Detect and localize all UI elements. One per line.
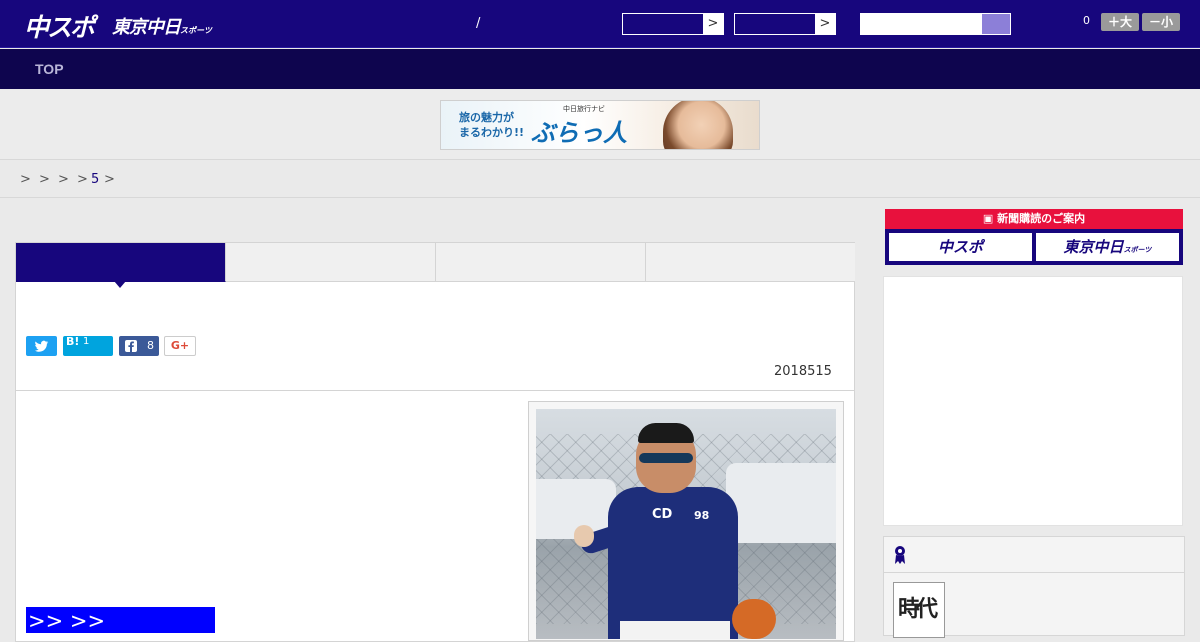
banner-copy: 旅の魅力が まるわかり!!: [459, 110, 524, 140]
tab-4[interactable]: [646, 243, 855, 282]
ranking-ribbon-icon: [895, 546, 905, 564]
article-date: 2018515: [774, 364, 832, 379]
category-select-2[interactable]: >: [734, 13, 836, 35]
banner-brand-name: ぶらっ人: [531, 119, 627, 147]
ad-row: 旅の魅力が まるわかり!! 中日旅行ナビ ぶらっ人: [0, 90, 1200, 160]
banner-model-image: [663, 101, 733, 149]
article-divider: [16, 390, 854, 391]
article-panel: B! 1 8 G+ 2018515 CD 98 >> >>: [15, 242, 855, 642]
breadcrumb-current[interactable]: 5: [91, 172, 99, 187]
photo-ball: [574, 525, 594, 547]
chuspo-subscribe-button[interactable]: 中スポ: [889, 233, 1032, 261]
facebook-icon: [125, 340, 137, 352]
breadcrumb-separator: >: [58, 172, 69, 187]
breadcrumb-separator: >: [77, 172, 88, 187]
ranking-header: [884, 537, 1184, 573]
photo-jersey-number: 98: [694, 509, 710, 522]
hatena-count: 1: [83, 336, 90, 347]
tokyo-chunichi-logo-small: スポーツ: [180, 26, 212, 35]
twitter-share-button[interactable]: [26, 336, 57, 356]
photo-player-body: [608, 487, 738, 639]
tab-2[interactable]: [226, 243, 436, 282]
subscription-title-text: 新聞購読のご案内: [997, 212, 1086, 225]
newspaper-icon: ▣: [982, 212, 998, 225]
tokyo-chunichi-subscribe-small: スポーツ: [1123, 246, 1152, 254]
tab-1[interactable]: [16, 243, 226, 288]
hatena-icon: B!: [66, 335, 80, 348]
article-photo-frame: CD 98: [528, 401, 844, 641]
facebook-share-button[interactable]: 8: [119, 336, 159, 356]
site-header: 中スポ 東京中日スポーツ / > > 0 ＋大 －小: [0, 0, 1200, 48]
subscription-title: ▣ 新聞購読のご案内: [885, 209, 1183, 229]
photo-player-pants: [620, 621, 730, 639]
tab-3[interactable]: [436, 243, 646, 282]
photo-cap-logo: CD: [652, 507, 673, 522]
header-slash: /: [476, 16, 481, 31]
facebook-count: 8: [147, 339, 154, 352]
chevron-right-icon: >: [815, 14, 835, 34]
tokyo-chunichi-logo-text: 東京中日: [112, 17, 181, 38]
google-plus-button[interactable]: G+: [164, 336, 196, 356]
banner-copy-line1: 旅の魅力が: [459, 111, 514, 124]
breadcrumb: > > > > 5 >: [0, 161, 1200, 198]
breadcrumb-separator: >: [39, 172, 50, 187]
search-input[interactable]: [860, 13, 1011, 35]
font-larger-button[interactable]: ＋大: [1101, 13, 1139, 31]
ranking-box: 時代: [883, 536, 1185, 638]
twitter-icon: [35, 340, 49, 352]
sidebar-ad-slot[interactable]: [883, 276, 1183, 526]
banner-copy-line2: まるわかり!!: [459, 126, 525, 139]
search-button[interactable]: [982, 14, 1010, 34]
travel-ad-banner[interactable]: 旅の魅力が まるわかり!! 中日旅行ナビ ぶらっ人: [440, 100, 760, 150]
tokyo-chunichi-logo[interactable]: 東京中日スポーツ: [112, 13, 212, 39]
photo-player-hair: [638, 423, 694, 443]
photo-car: [726, 463, 836, 543]
breadcrumb-separator: >: [20, 172, 31, 187]
chuspo-logo[interactable]: 中スポ: [24, 8, 95, 44]
tokyo-chunichi-subscribe-button[interactable]: 東京中日スポーツ: [1036, 233, 1179, 261]
article-photo[interactable]: CD 98: [536, 409, 836, 639]
category-select-1[interactable]: >: [622, 13, 724, 35]
google-plus-icon: G+: [170, 339, 190, 352]
chevron-right-icon: >: [703, 14, 723, 34]
photo-player-sunglasses: [639, 453, 693, 463]
main-nav: TOP: [0, 49, 1200, 89]
font-smaller-button[interactable]: －小: [1142, 13, 1180, 31]
nav-top-link[interactable]: TOP: [35, 61, 64, 77]
photo-glove: [732, 599, 776, 639]
subscription-box: ▣ 新聞購読のご案内 中スポ 東京中日スポーツ: [885, 209, 1183, 265]
hatena-bookmark-button[interactable]: B! 1: [63, 335, 113, 356]
ranking-thumbnail-text: 時代: [898, 596, 938, 622]
breadcrumb-separator: >: [104, 172, 115, 187]
tokyo-chunichi-subscribe-text: 東京中日: [1063, 238, 1124, 256]
header-count: 0: [1083, 14, 1090, 27]
more-link[interactable]: >> >>: [26, 607, 215, 633]
